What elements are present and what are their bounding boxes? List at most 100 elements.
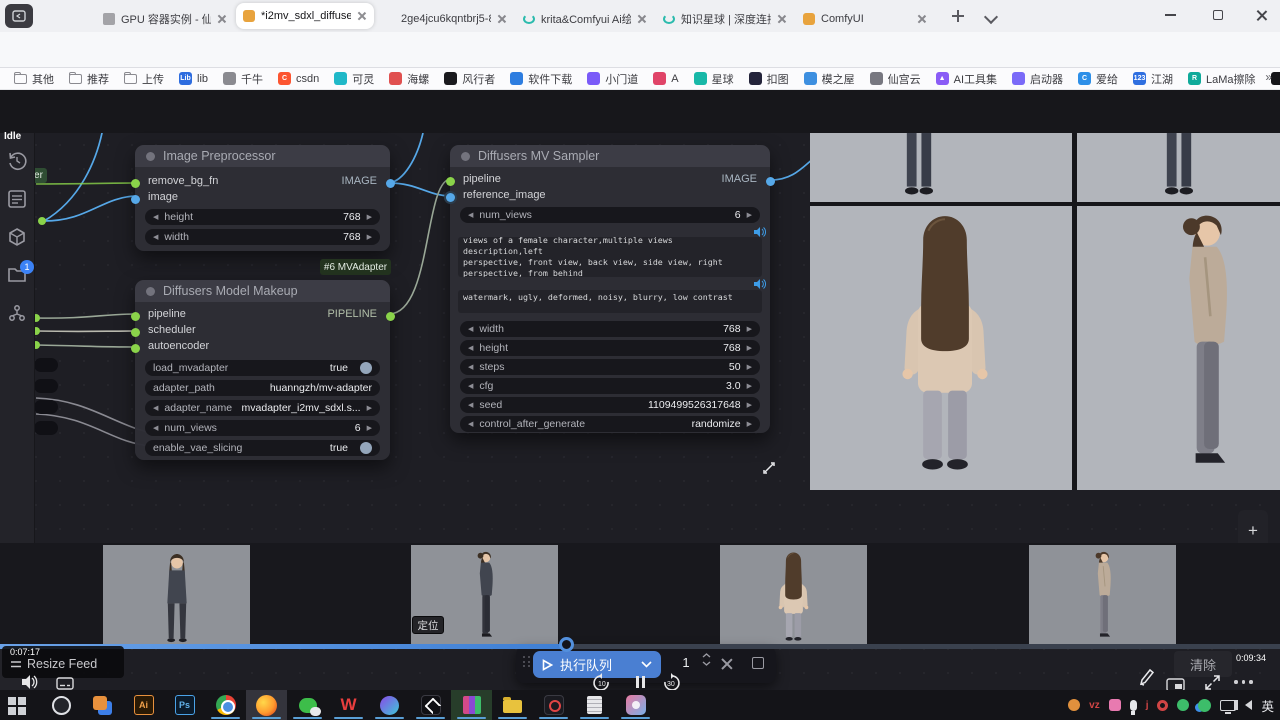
bookmark-14[interactable]: 扣图 (749, 71, 789, 87)
tray-ring-icon[interactable] (1157, 700, 1168, 711)
taskbar-app-capcut[interactable] (410, 690, 451, 720)
bookmark-19[interactable]: C爱给 (1078, 71, 1118, 87)
widget-width[interactable]: ◀ width 768 ▶ (145, 229, 380, 245)
widget-enable-vae-slicing[interactable]: enable_vae_slicing true (145, 440, 380, 456)
window-close-button[interactable] (1240, 0, 1280, 30)
widget-control-after-generate[interactable]: ◀ control_after_generate randomize ▶ (460, 416, 760, 432)
decrement-arrow-icon[interactable]: ◀ (153, 425, 158, 432)
node-image-preprocessor[interactable]: Image Preprocessor remove_bg_fn IMAGE im… (135, 145, 390, 251)
decrement-arrow-icon[interactable]: ◀ (468, 402, 473, 409)
increment-arrow-icon[interactable]: ▶ (747, 421, 752, 428)
sidebar-history-button[interactable] (7, 151, 27, 171)
decrement-arrow-icon[interactable]: ◀ (468, 212, 473, 219)
tab-close-button[interactable] (217, 14, 227, 24)
bookmark-9[interactable]: 风行者 (444, 71, 495, 87)
taskbar-app-photoshop[interactable]: Ps (164, 690, 205, 720)
negative-prompt-textarea[interactable]: watermark, ugly, deformed, noisy, blurry… (458, 290, 762, 313)
input-socket-scheduler[interactable] (131, 328, 140, 337)
sidebar-model-library-button[interactable] (7, 227, 27, 247)
zoom-in-button[interactable]: + (1248, 522, 1258, 539)
speaker-icon[interactable] (754, 227, 766, 237)
decrement-arrow-icon[interactable]: ◀ (468, 345, 473, 352)
widget-height[interactable]: ◀ height 768 ▶ (145, 209, 380, 225)
fullscreen-resize-button[interactable] (1204, 674, 1221, 691)
node-header[interactable]: Image Preprocessor (135, 145, 390, 167)
batch-count-value[interactable]: 1 (674, 655, 698, 670)
tab-close-button[interactable] (357, 11, 367, 21)
window-minimize-button[interactable] (1148, 0, 1192, 30)
bookmark-10[interactable]: 软件下载 (510, 71, 572, 87)
output-socket-pipeline[interactable] (386, 312, 395, 321)
widget-load-mvadapter[interactable]: load_mvadapter true (145, 360, 380, 376)
node-collapse-dot[interactable] (146, 287, 155, 296)
bookmark-18[interactable]: 启动器 (1012, 71, 1063, 87)
taskbar-app-firefox[interactable] (246, 690, 287, 720)
output-socket-image[interactable] (766, 177, 775, 186)
decrement-arrow-icon[interactable]: ◀ (153, 234, 158, 241)
increment-arrow-icon[interactable]: ▶ (747, 383, 752, 390)
tab-manager-button[interactable] (5, 4, 33, 28)
chevron-down-icon[interactable] (641, 661, 652, 668)
tab-list-button[interactable] (986, 12, 996, 22)
bookmark-1[interactable]: 其他 (14, 71, 54, 87)
clear-queue-button[interactable] (720, 657, 733, 670)
tray-txt-icon[interactable]: vz (1089, 700, 1100, 711)
bookmark-13[interactable]: 星球 (694, 71, 734, 87)
widget-num-views[interactable]: ◀ num_views 6 ▶ (460, 207, 760, 223)
input-socket-remove_bg_fn[interactable] (131, 179, 140, 188)
decrement-arrow-icon[interactable]: ◀ (153, 405, 158, 412)
increment-arrow-icon[interactable]: ▶ (747, 364, 752, 371)
taskbar-app-notes-app[interactable] (574, 690, 615, 720)
browser-tab-1[interactable]: GPU 容器实例 - 仙宫云 Xia (96, 5, 234, 32)
browser-tab-3[interactable]: 2ge4jcu6kqntbrj5-8188.conta (376, 5, 514, 32)
input-socket-reference-image[interactable] (446, 193, 455, 202)
taskbar-app-wps[interactable]: W (328, 690, 369, 720)
toggle-icon[interactable] (360, 442, 372, 454)
taskbar-app-photos-app[interactable] (615, 690, 656, 720)
tab-close-button[interactable] (917, 14, 927, 24)
bookmark-16[interactable]: 仙宫云 (870, 71, 921, 87)
tray-speaker-icon[interactable] (1245, 700, 1252, 710)
decrement-arrow-icon[interactable]: ◀ (468, 364, 473, 371)
tray-txt-icon[interactable]: j (1146, 700, 1149, 711)
image-preview-panel[interactable] (810, 133, 1280, 490)
increment-arrow-icon[interactable]: ▶ (747, 326, 752, 333)
decrement-arrow-icon[interactable]: ◀ (468, 326, 473, 333)
taskbar-app-file-explorer[interactable] (492, 690, 533, 720)
tab-close-button[interactable] (777, 14, 787, 24)
sidebar-workflows-button[interactable]: 1 (7, 265, 27, 285)
batch-count-stepper[interactable] (702, 653, 711, 666)
toggle-icon[interactable] (360, 362, 372, 374)
input-socket-pipeline[interactable] (131, 312, 140, 321)
tab-close-button[interactable] (497, 14, 507, 24)
increment-arrow-icon[interactable]: ▶ (747, 402, 752, 409)
new-tab-button[interactable] (948, 6, 968, 26)
widget-adapter-name[interactable]: ◀ adapter_name mvadapter_i2mv_sdxl.s... … (145, 400, 380, 416)
tray-dot-icon[interactable] (1177, 699, 1189, 711)
widget-width[interactable]: ◀ width 768 ▶ (460, 321, 760, 337)
resize-feed-label[interactable]: Resize Feed (27, 657, 97, 671)
bookmark-17[interactable]: ▲AI工具集 (936, 71, 997, 87)
tray-pair-icon[interactable] (1198, 699, 1211, 712)
node-collapse-dot[interactable] (461, 152, 470, 161)
bookmark-7[interactable]: 可灵 (334, 71, 374, 87)
bookmark-6[interactable]: Ccsdn (278, 72, 319, 85)
taskbar-app-wechat[interactable] (287, 690, 328, 720)
bookmark-5[interactable]: 千牛 (223, 71, 263, 87)
bookmark-3[interactable]: 上传 (124, 71, 164, 87)
clear-button[interactable]: 清除 (1174, 651, 1232, 677)
decrement-arrow-icon[interactable]: ◀ (468, 421, 473, 428)
bookmark-2[interactable]: 推荐 (69, 71, 109, 87)
captions-icon[interactable] (56, 677, 74, 690)
bookmark-20[interactable]: 123江湖 (1133, 71, 1173, 87)
bookmark-21[interactable]: RLaMa擦除 (1188, 71, 1256, 87)
increment-arrow-icon[interactable]: ▶ (747, 345, 752, 352)
drag-handle[interactable] (523, 656, 530, 672)
decrement-arrow-icon[interactable]: ◀ (468, 383, 473, 390)
taskbar-app-winrar[interactable] (451, 690, 492, 720)
caret-down-icon[interactable] (702, 661, 711, 666)
gallery-image-1[interactable] (103, 545, 250, 645)
bookmark-15[interactable]: 模之屋 (804, 71, 855, 87)
tray-dot-icon[interactable] (1068, 699, 1080, 711)
video-seek-handle[interactable] (559, 637, 574, 652)
